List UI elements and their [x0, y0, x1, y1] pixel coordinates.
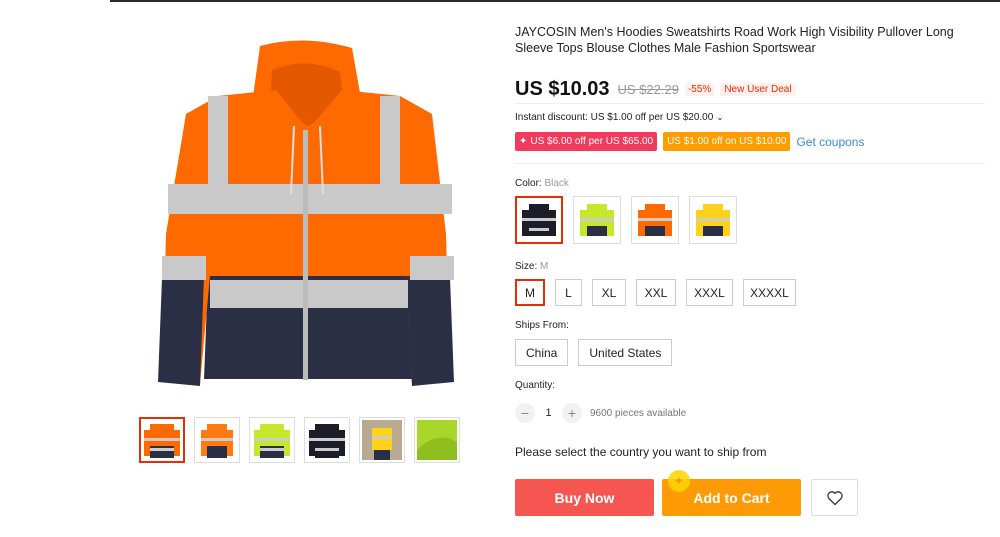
ships-from-united-states[interactable]: United States [578, 339, 673, 366]
main-product-image[interactable] [148, 34, 462, 396]
ships-from-label: Ships From: [515, 320, 569, 331]
size-label-text: Size: [515, 261, 538, 272]
swatch-orange[interactable] [631, 196, 679, 244]
quantity-value[interactable]: 1 [535, 407, 562, 419]
purchase-actions: Buy Now ✦ Add to Cart [515, 470, 858, 516]
chevron-down-icon: ⌄ [716, 112, 724, 122]
ships-from-china[interactable]: China [515, 339, 569, 366]
quantity-stepper: − 1 + 9600 pieces available [515, 403, 686, 423]
thumbnail-orange-front[interactable] [139, 417, 185, 463]
heart-icon [826, 490, 843, 505]
size-option-xl[interactable]: XL [592, 279, 626, 306]
cursor-highlight-icon: ✦ [668, 470, 690, 492]
size-option-xxxl[interactable]: XXXL [686, 279, 733, 306]
size-option-xxl[interactable]: XXL [636, 279, 676, 306]
buy-now-button[interactable]: Buy Now [515, 479, 654, 516]
add-to-cart-label: Add to Cart [693, 489, 770, 506]
thumbnail-fabric-closeup[interactable] [414, 417, 460, 463]
swatch-yellow[interactable] [689, 196, 737, 244]
ships-from-options: China United States [515, 339, 673, 366]
color-swatches [515, 196, 737, 244]
top-divider [110, 0, 1000, 2]
original-price: US $22.29 [617, 82, 679, 97]
thumbnail-yellow-model[interactable] [359, 417, 405, 463]
stock-available: 9600 pieces available [590, 407, 687, 419]
size-label: Size: M [515, 261, 548, 272]
size-selected-value: M [540, 261, 549, 272]
coupon-red-label: US $6.00 off per US $65.00 [530, 136, 654, 147]
quantity-decrement-button[interactable]: − [515, 403, 535, 423]
coupon-red[interactable]: ✦ US $6.00 off per US $65.00 [515, 132, 658, 151]
swatch-black[interactable] [515, 196, 563, 244]
coupon-orange[interactable]: US $1.00 off on US $10.00 [663, 132, 791, 151]
thumbnail-orange-back[interactable] [194, 417, 240, 463]
quantity-increment-button[interactable]: + [562, 403, 582, 423]
thumbnail-strip [139, 417, 460, 463]
product-title: JAYCOSIN Men's Hoodies Sweatshirts Road … [515, 25, 954, 55]
add-to-cart-button[interactable]: ✦ Add to Cart [662, 470, 801, 516]
thumbnail-black-front[interactable] [304, 417, 350, 463]
quantity-label: Quantity: [515, 380, 556, 391]
discount-badge: -55% [684, 83, 715, 96]
size-option-l[interactable]: L [555, 279, 582, 306]
size-options: M L XL XXL XXXL XXXXL [515, 279, 796, 306]
ship-country-message: Please select the country you want to sh… [515, 445, 767, 459]
swatch-lime[interactable] [573, 196, 621, 244]
current-price: US $10.03 [515, 78, 610, 100]
color-label: Color: Black [515, 178, 569, 189]
divider [515, 103, 985, 104]
size-option-m[interactable]: M [515, 279, 545, 306]
thumbnail-lime-front[interactable] [249, 417, 295, 463]
coupon-orange-label: US $1.00 off on US $10.00 [667, 136, 787, 147]
sparkle-icon: ✦ [519, 136, 528, 147]
new-user-deal-badge: New User Deal [720, 83, 796, 96]
price-row: US $10.03 US $22.29 -55% New User Deal [515, 78, 796, 101]
color-selected-value: Black [544, 178, 569, 189]
instant-discount-text: Instant discount: US $1.00 off per US $2… [515, 112, 714, 123]
size-option-xxxxl[interactable]: XXXXL [743, 279, 796, 306]
color-label-text: Color: [515, 178, 542, 189]
divider [515, 163, 985, 164]
wishlist-button[interactable] [811, 479, 858, 516]
coupon-row: ✦ US $6.00 off per US $65.00 US $1.00 of… [515, 132, 864, 151]
get-coupons-link[interactable]: Get coupons [796, 135, 864, 149]
instant-discount[interactable]: Instant discount: US $1.00 off per US $2… [515, 112, 724, 123]
